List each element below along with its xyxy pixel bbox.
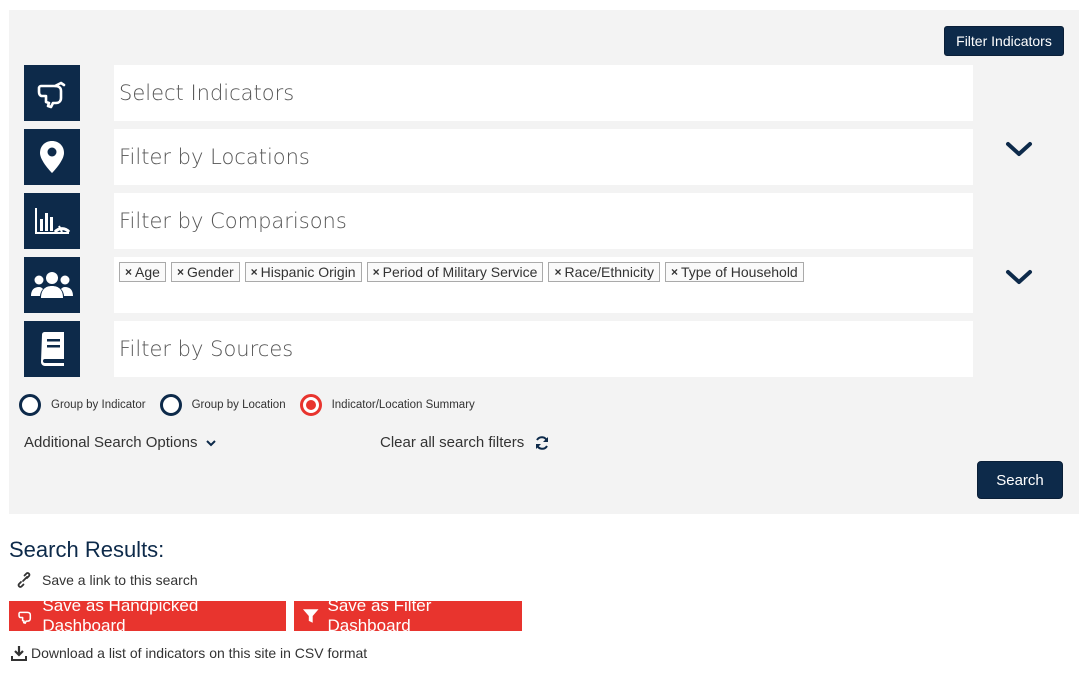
hand-pointer-icon	[18, 611, 32, 624]
filter-tag[interactable]: × Type of Household	[664, 262, 804, 282]
radio-group-by-indicator[interactable]: Group by Indicator	[19, 394, 146, 416]
remove-tag-icon[interactable]: ×	[554, 265, 561, 279]
filter-locations-field[interactable]: Filter by Locations	[114, 129, 973, 185]
demographic-filter-field[interactable]: × Age × Gender × Hispanic Origin × Period of…	[114, 257, 973, 313]
download-icon	[11, 646, 27, 661]
filter-tag[interactable]: × Hispanic Origin	[244, 262, 362, 282]
users-icon	[24, 257, 80, 313]
chevron-down-icon	[206, 439, 217, 446]
filter-sources-field[interactable]: Filter by Sources	[114, 321, 973, 377]
remove-tag-icon[interactable]: ×	[373, 265, 380, 279]
chart-gauge-icon	[24, 193, 80, 249]
radio-circle-selected[interactable]	[299, 394, 322, 416]
refresh-icon	[536, 435, 549, 450]
book-icon	[24, 321, 80, 377]
radio-circle[interactable]	[19, 394, 41, 416]
download-csv-link[interactable]: Download a list of indicators on this si…	[11, 645, 367, 661]
funnel-icon	[302, 609, 319, 623]
additional-search-options-toggle[interactable]: Additional Search Options	[24, 434, 217, 451]
filter-indicators-button[interactable]: Filter Indicators	[944, 26, 1064, 56]
search-results-heading: Search Results:	[9, 537, 165, 562]
grouping-radio-group: Group by Indicator Group by Location Ind…	[19, 393, 489, 417]
radio-group-by-location[interactable]: Group by Location	[159, 394, 286, 416]
map-marker-icon	[24, 129, 80, 185]
remove-tag-icon[interactable]: ×	[671, 265, 678, 279]
clear-search-filters-link[interactable]: Clear all search filters	[380, 434, 550, 451]
remove-tag-icon[interactable]: ×	[125, 265, 132, 279]
remove-tag-icon[interactable]: ×	[251, 265, 258, 279]
link-icon	[17, 572, 31, 588]
filter-tag[interactable]: × Race/Ethnicity	[548, 262, 660, 282]
filter-tag[interactable]: × Age	[119, 262, 166, 282]
save-filter-dashboard-button[interactable]: Save as Filter Dashboard	[294, 596, 522, 635]
save-handpicked-dashboard-button[interactable]: Save as Handpicked Dashboard	[9, 596, 286, 635]
save-search-link[interactable]: Save a link to this search	[16, 572, 198, 588]
radio-circle[interactable]	[159, 394, 182, 416]
filter-comparisons-field[interactable]: Filter by Comparisons	[114, 193, 973, 249]
select-indicators-field[interactable]: Select Indicators	[114, 65, 973, 121]
radio-indicator-location-summary[interactable]: Indicator/Location Summary	[299, 394, 475, 416]
search-button[interactable]: Search	[977, 461, 1063, 499]
chevron-down-icon[interactable]	[1005, 267, 1033, 287]
filter-tag[interactable]: × Gender	[170, 262, 240, 282]
remove-tag-icon[interactable]: ×	[177, 265, 184, 279]
filter-tag[interactable]: × Period of Military Service	[366, 262, 544, 282]
hand-pointer-icon	[24, 65, 80, 121]
chevron-down-icon[interactable]	[1005, 139, 1033, 159]
